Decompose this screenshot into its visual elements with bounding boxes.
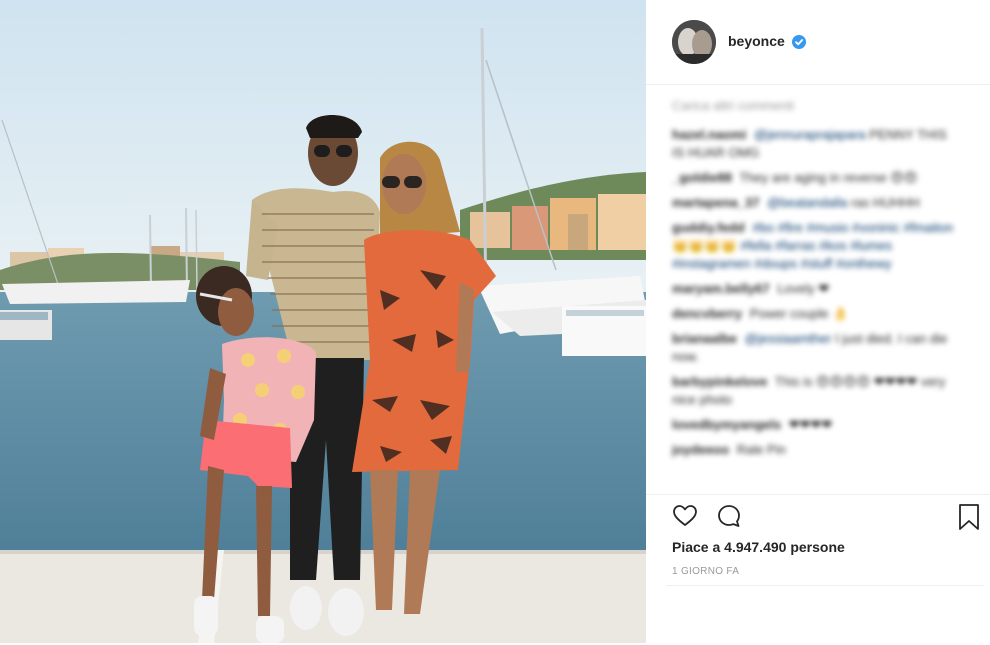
load-more-comments-link[interactable]: Carica altri commenti — [672, 98, 962, 116]
comment-mention[interactable]: @jessiaamther — [745, 331, 832, 346]
comment-item: maryam.belly67 Lovely ❤ — [672, 280, 962, 298]
comment-username[interactable]: maryam.belly67 — [672, 281, 770, 296]
post-timestamp[interactable]: 1 giorno fa — [672, 566, 739, 577]
comment-mention[interactable]: @beatandalla — [767, 195, 847, 210]
avatar-image — [672, 20, 716, 64]
comments-fade — [646, 470, 990, 494]
comment-icon[interactable] — [716, 503, 742, 529]
username-link[interactable]: beyonce — [728, 33, 785, 49]
comment-item: martapena_37 @beatandalla ras HUHHH — [672, 194, 962, 212]
comment-username[interactable]: dencvberry — [672, 306, 742, 321]
comment-username[interactable]: joydeeoo — [672, 442, 729, 457]
comment-text: They are aging in reverse 😍😍 — [739, 170, 918, 185]
comment-text: Power couple 👌 — [749, 306, 849, 321]
heart-icon[interactable] — [672, 503, 698, 529]
post-image — [0, 0, 646, 643]
comment-text: Lovely ❤ — [777, 281, 830, 296]
comment-item: lovedbymyangels ❤❤❤❤ — [672, 416, 962, 434]
comment-text: Rale Pin — [736, 442, 786, 457]
comment-hashtags[interactable]: #bo #fire #musio #voninic #fmaiton — [752, 220, 953, 235]
comment-item: dencvberry Power couple 👌 — [672, 305, 962, 323]
comment-username[interactable]: guddiy.fedd — [672, 220, 745, 235]
verified-badge-icon — [792, 35, 806, 49]
comment-item: brianaalbe @jessiaamther I just died. I … — [672, 330, 962, 366]
comment-item: barbypinkelove This is 😍😍😍😍 ❤❤❤❤ very ni… — [672, 373, 962, 409]
comment-text: ras HUHHH — [851, 195, 920, 210]
likes-count[interactable]: Piace a 4.947.490 persone — [672, 539, 845, 555]
comment-item: joydeeoo Rale Pin — [672, 441, 962, 459]
comment-username[interactable]: barbypinkelove — [672, 374, 767, 389]
post-photo[interactable] — [0, 0, 646, 643]
comment-username[interactable]: _goldie88 — [672, 170, 732, 185]
post-sidebar: beyonce Carica altri commenti hazel.naom… — [646, 0, 990, 643]
comment-username[interactable]: brianaalbe — [672, 331, 737, 346]
comment-username[interactable]: martapena_37 — [672, 195, 759, 210]
post-header: beyonce — [646, 0, 990, 85]
bookmark-icon[interactable] — [956, 503, 982, 531]
comment-username[interactable]: hazel.naomi — [672, 127, 746, 142]
comment-item: guddiy.fedd #bo #fire #musio #voninic #f… — [672, 219, 962, 273]
comment-mention[interactable]: @jennuraprajapara — [754, 127, 866, 142]
comment-item: hazel.naomi @jennuraprajapara PENNY THIS… — [672, 126, 962, 162]
comment-text: 👑👑👑👑 #fella #farras #kos #lumes #instagr… — [672, 238, 893, 271]
divider — [666, 585, 984, 586]
avatar[interactable] — [672, 20, 716, 64]
post-actions: Piace a 4.947.490 persone 1 giorno fa — [646, 494, 990, 645]
comment-text: ❤❤❤❤ — [788, 417, 833, 432]
comment-username[interactable]: lovedbymyangels — [672, 417, 781, 432]
comment-item: _goldie88 They are aging in reverse 😍😍 — [672, 169, 962, 187]
comments-list: Carica altri commenti hazel.naomi @jennu… — [672, 98, 962, 490]
